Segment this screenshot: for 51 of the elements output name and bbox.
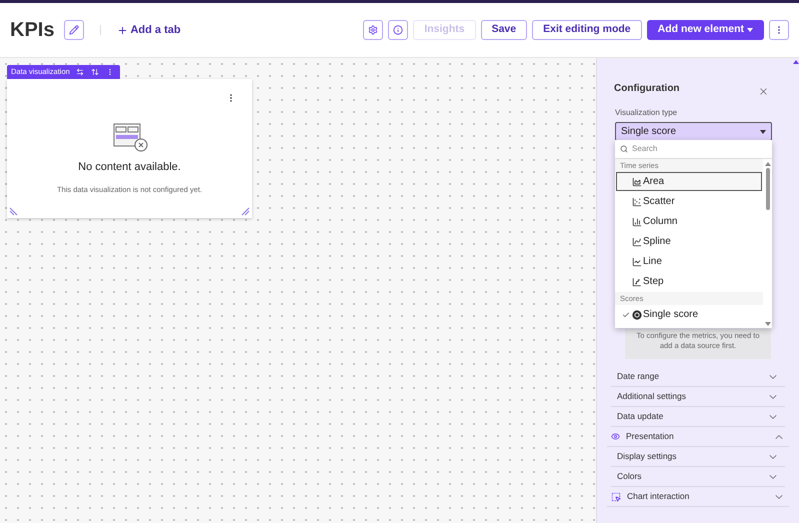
pencil-icon: [69, 25, 80, 35]
swap-icon[interactable]: [76, 68, 84, 76]
section-title: Presentation: [626, 430, 675, 443]
scatter-chart-icon: [632, 196, 642, 206]
dropdown-option[interactable]: Line: [616, 252, 762, 271]
caret-icon: [760, 130, 766, 134]
section-title: Display settings: [617, 450, 678, 463]
close-icon[interactable]: [758, 86, 769, 97]
search-icon: [620, 145, 628, 153]
toolbar-button[interactable]: Add new element: [646, 20, 764, 40]
section-title: Date range: [617, 370, 660, 383]
dropdown-option[interactable]: Single score: [616, 305, 762, 324]
caret-icon: [747, 28, 753, 32]
info-button[interactable]: [388, 20, 408, 40]
column-chart-icon: [632, 216, 642, 226]
panel-title: Configuration: [614, 82, 681, 96]
scroll-up-icon[interactable]: [792, 60, 798, 64]
search-field[interactable]: Search: [632, 143, 732, 155]
section-title: Colors: [617, 470, 643, 483]
section-title: Chart interaction: [627, 490, 690, 503]
step-chart-icon: [632, 276, 642, 286]
info-icon: [393, 25, 404, 35]
toolbar-button[interactable]: Save: [480, 20, 528, 40]
spline-chart-icon: [632, 236, 642, 246]
add-tab-button[interactable]: Add a tab: [117, 22, 181, 38]
score-icon: [632, 310, 642, 320]
area-chart-icon: [632, 176, 642, 186]
visualization-type-select[interactable]: Single score: [615, 122, 772, 141]
plus-icon: [117, 24, 128, 36]
edit-title-button[interactable]: [64, 20, 84, 40]
eye-icon: [611, 432, 620, 441]
line-chart-icon: [632, 256, 642, 266]
resize-handle-icon[interactable]: [241, 207, 250, 216]
settings-icon: [368, 25, 378, 35]
field-label: Visualization type: [614, 107, 678, 119]
empty-title: No content available.: [78, 160, 181, 175]
settings-button[interactable]: [363, 20, 384, 40]
dropdown-option[interactable]: Area: [616, 172, 762, 191]
dropdown-option[interactable]: Scatter: [616, 192, 762, 211]
section-title: Additional settings: [617, 390, 687, 403]
resize-handle-icon[interactable]: [9, 207, 18, 216]
more-button[interactable]: [769, 20, 789, 40]
toolbar-button[interactable]: Exit editing mode: [532, 20, 642, 40]
dropdown-option[interactable]: Spline: [616, 232, 762, 251]
empty-visualization-icon: [112, 123, 148, 153]
move-icon[interactable]: [90, 68, 99, 76]
dropdown-option[interactable]: Step: [616, 272, 762, 291]
section-title: Data update: [617, 410, 664, 423]
dropdown-option[interactable]: Column: [616, 212, 762, 231]
page-title: KPIs: [10, 18, 54, 43]
cursor-icon: [611, 492, 621, 502]
